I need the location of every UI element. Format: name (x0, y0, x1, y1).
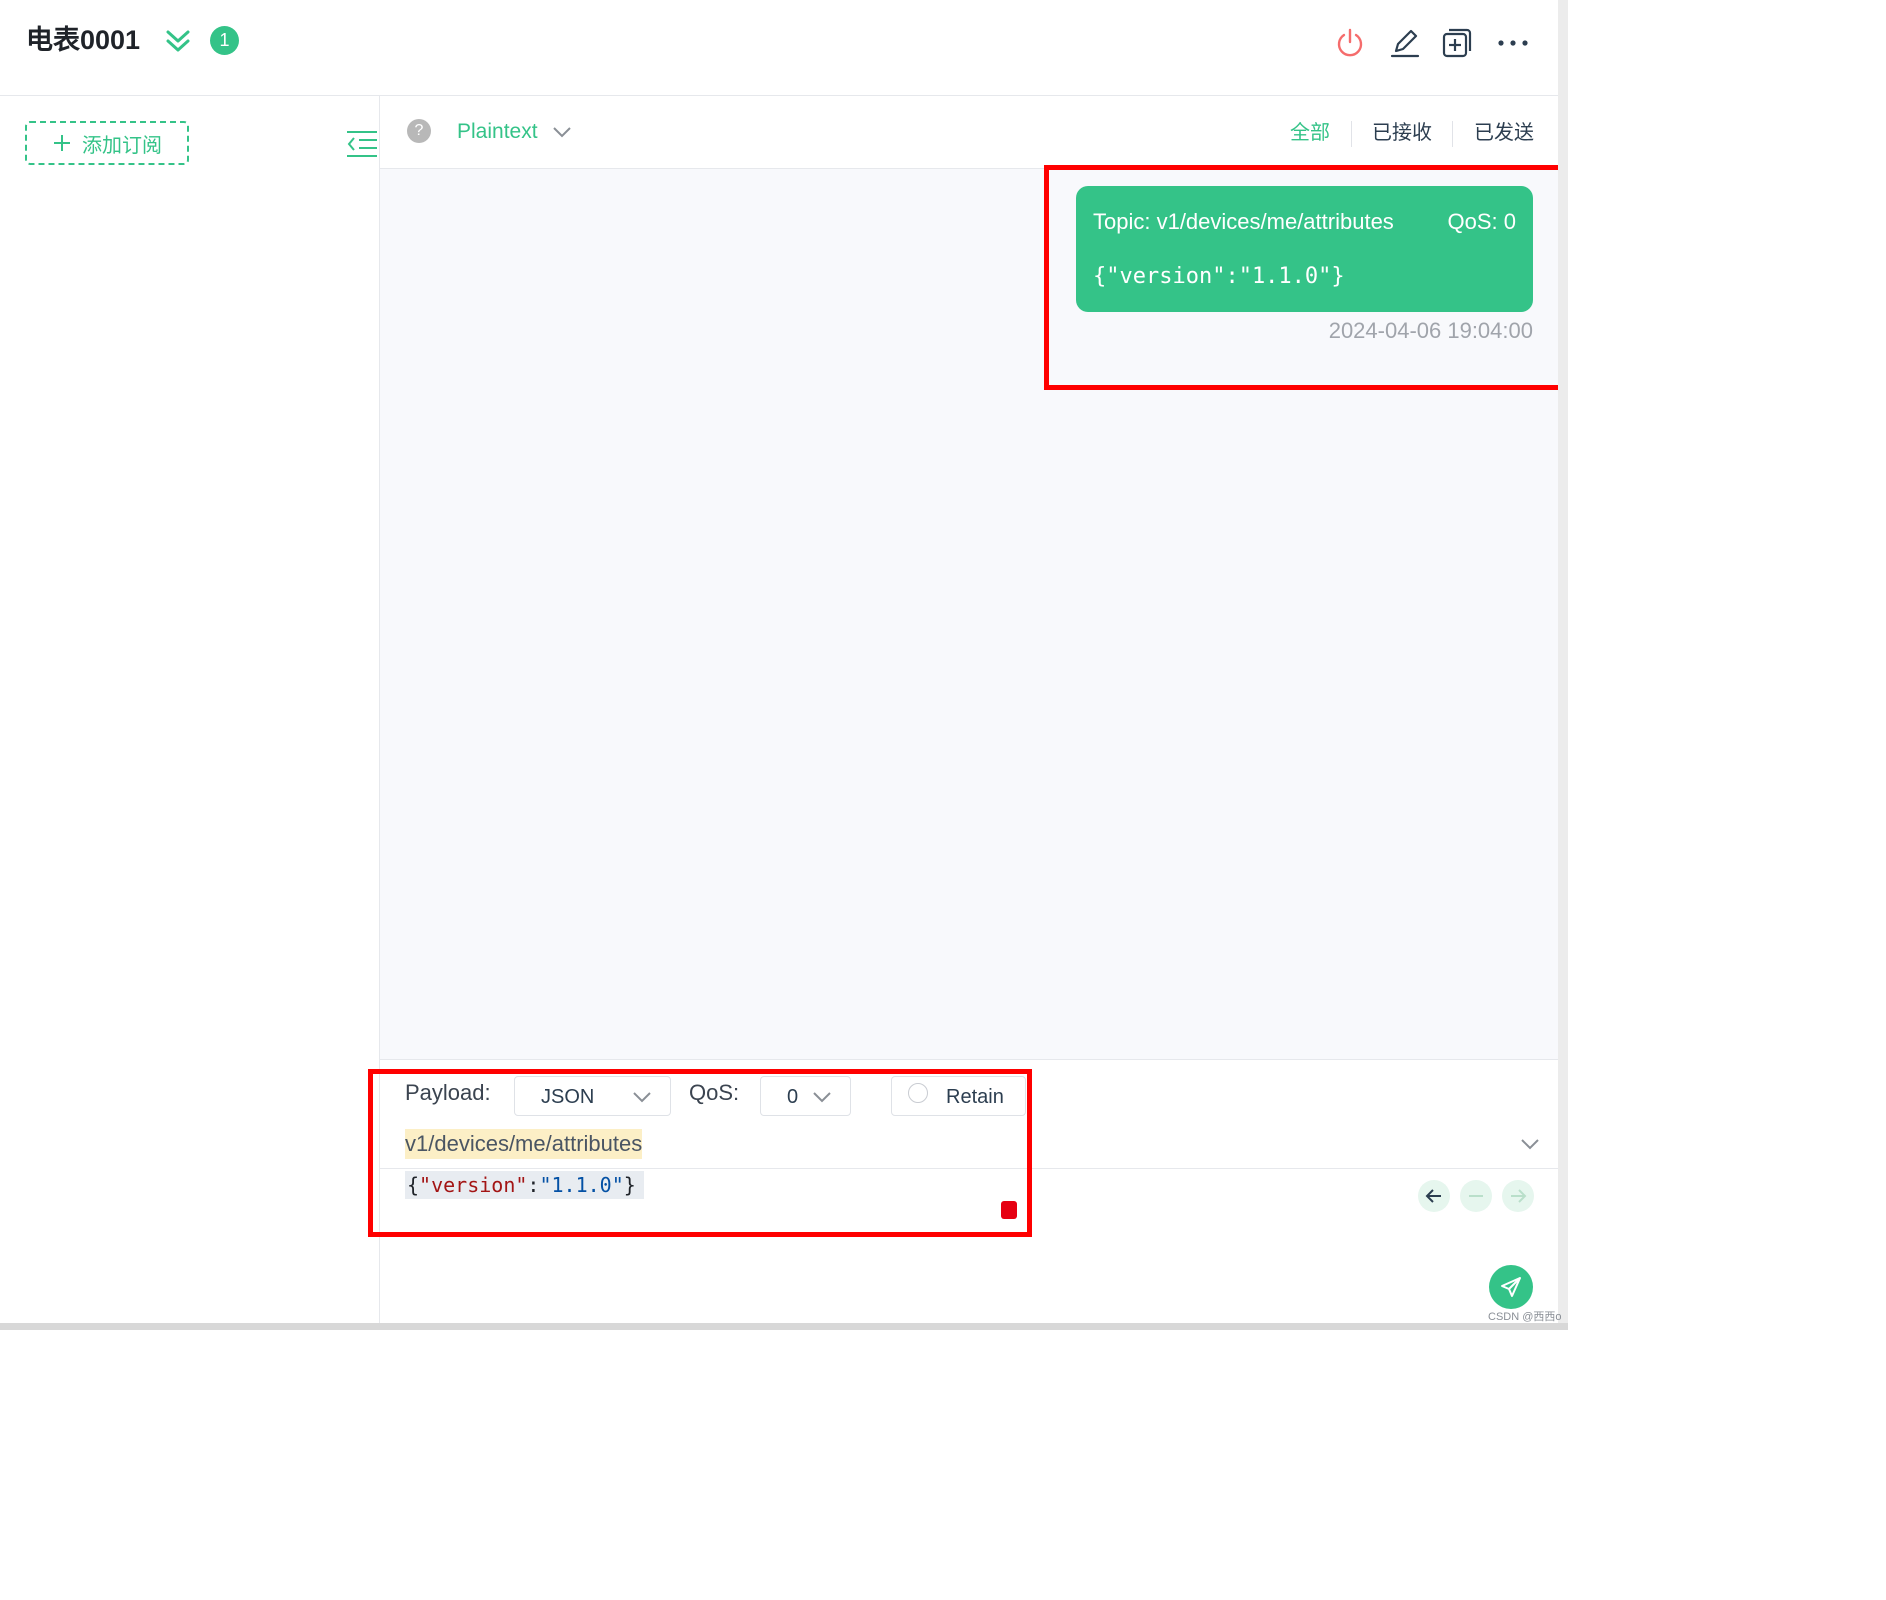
connection-count-badge: 1 (210, 26, 239, 55)
arrow-right-icon (1511, 1189, 1527, 1203)
chevron-down-icon[interactable] (1519, 1134, 1541, 1154)
plus-icon (54, 135, 70, 151)
highlight-box-message (1044, 165, 1568, 390)
message-format-select[interactable]: Plaintext (457, 118, 538, 146)
subscription-sidebar (0, 96, 380, 1324)
filter-divider (1452, 121, 1453, 147)
new-window-icon[interactable] (1440, 26, 1474, 60)
double-chevron-down-icon[interactable] (162, 24, 194, 56)
chevron-down-icon[interactable] (551, 122, 573, 142)
arrow-left-icon (1425, 1189, 1441, 1203)
send-icon (1501, 1277, 1521, 1297)
filter-all-tab[interactable]: 全部 (1290, 118, 1330, 148)
help-icon[interactable]: ? (407, 119, 431, 143)
collapse-sidebar-icon[interactable] (345, 128, 379, 160)
send-button[interactable] (1489, 1265, 1533, 1309)
watermark: CSDN @西西o (1488, 1311, 1562, 1323)
connection-title: 电表0001 (26, 25, 141, 55)
window-edge (1558, 0, 1568, 1330)
filter-sent-tab[interactable]: 已发送 (1474, 118, 1534, 148)
add-subscription-label: 添加订阅 (82, 134, 162, 157)
add-subscription-button[interactable]: 添加订阅 (25, 121, 189, 165)
minus-icon (1469, 1195, 1483, 1197)
filter-divider (1351, 121, 1352, 147)
history-forward-button[interactable] (1502, 1180, 1534, 1212)
power-icon[interactable] (1333, 26, 1367, 60)
more-icon[interactable] (1496, 26, 1530, 60)
history-back-button[interactable] (1418, 1180, 1450, 1212)
window-bottom-edge (0, 1323, 1568, 1330)
highlight-box-compose (368, 1069, 1032, 1237)
filter-received-tab[interactable]: 已接收 (1372, 118, 1432, 148)
history-clear-button[interactable] (1460, 1180, 1492, 1212)
edit-icon[interactable] (1388, 26, 1422, 60)
